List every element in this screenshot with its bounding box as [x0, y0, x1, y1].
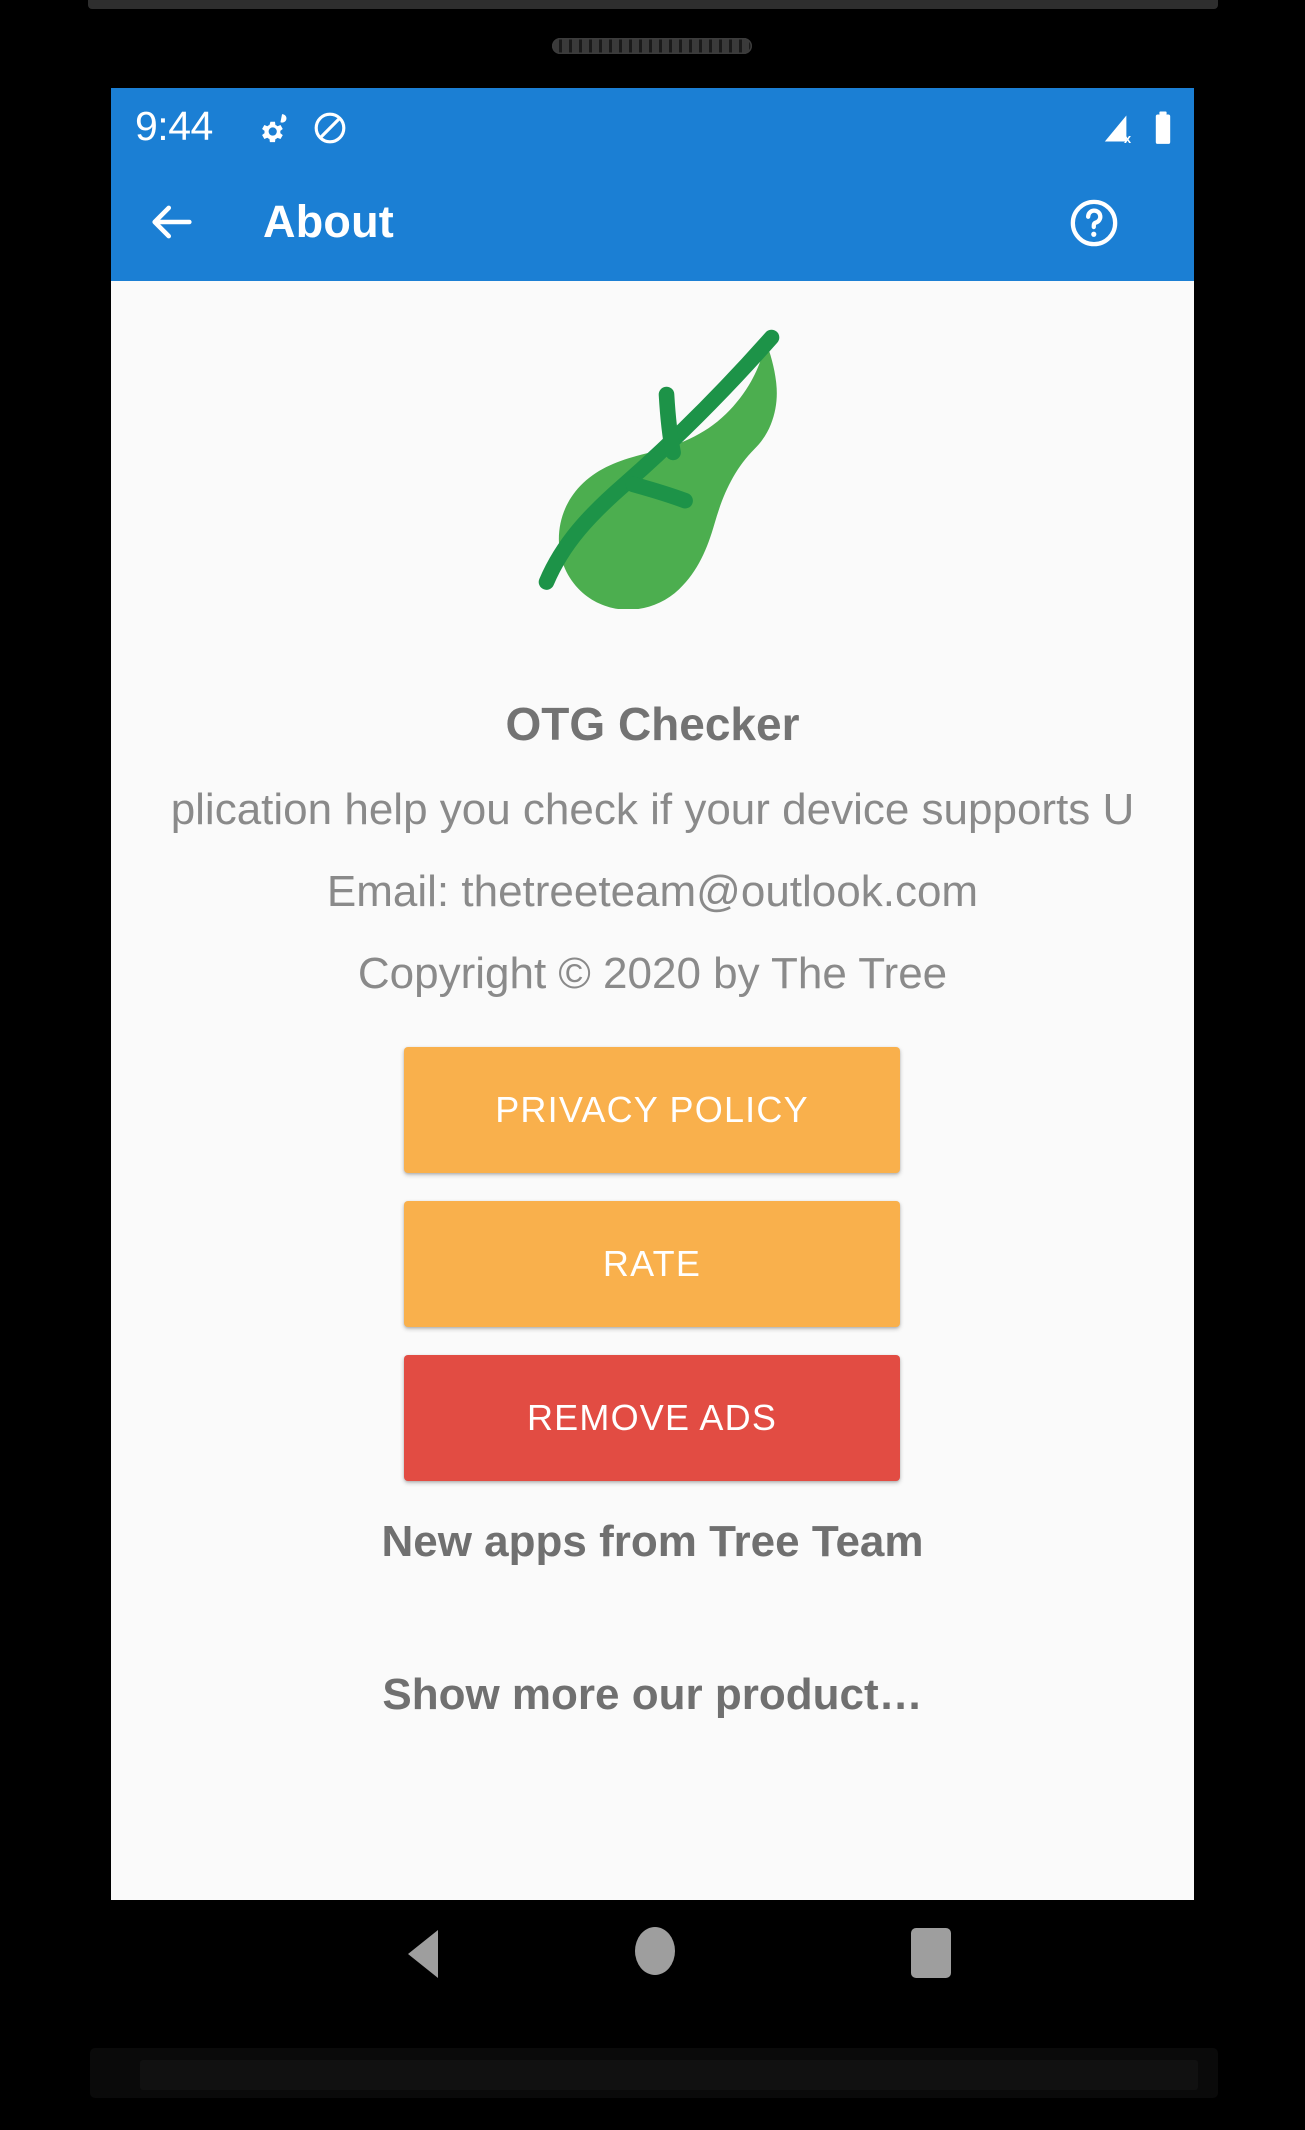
show-more-products-link[interactable]: Show more our product… — [111, 1666, 1194, 1724]
help-circle-icon — [1070, 199, 1118, 247]
svg-text:x: x — [1124, 131, 1131, 145]
back-button[interactable] — [145, 195, 199, 249]
status-bar-notification-icons — [256, 110, 348, 151]
contact-email: Email: thetreeteam@outlook.com — [326, 867, 979, 916]
about-content: OTG Checker plication help you check if … — [111, 281, 1194, 1900]
nav-back-triangle-icon[interactable] — [408, 1930, 438, 1978]
new-apps-heading: New apps from Tree Team — [381, 1517, 924, 1566]
rate-button[interactable]: RATE — [404, 1201, 900, 1327]
back-arrow-icon — [152, 205, 192, 239]
nav-home-circle-icon[interactable] — [635, 1927, 675, 1975]
status-bar-clock: 9:44 — [135, 103, 213, 149]
device-screen: 9:44 x About OTG Checker plication help … — [111, 88, 1194, 1900]
settings-gear-icon — [256, 111, 290, 150]
nav-recents-square-icon[interactable] — [911, 1928, 951, 1978]
earpiece-speaker-grille — [552, 38, 752, 54]
status-bar: 9:44 x — [111, 88, 1194, 163]
battery-full-icon — [1152, 110, 1174, 151]
device-bottom-bezel-inner — [140, 2060, 1198, 2090]
android-navigation-bar — [111, 1900, 1194, 2004]
device-frame: 9:44 x About OTG Checker plication help … — [0, 0, 1305, 2130]
signal-no-service-icon: x — [1102, 111, 1136, 150]
app-logo — [111, 309, 1194, 609]
status-bar-system-icons: x — [1102, 110, 1174, 151]
device-top-bezel — [88, 0, 1218, 9]
app-bar: About — [111, 163, 1194, 281]
leaf-logo-icon — [538, 329, 779, 609]
share-send-button[interactable] — [1189, 197, 1194, 253]
help-button[interactable] — [1066, 195, 1122, 251]
copyright-notice: Copyright © 2020 by The Tree — [357, 949, 948, 998]
remove-ads-button[interactable]: REMOVE ADS — [404, 1355, 900, 1481]
privacy-policy-button[interactable]: PRIVACY POLICY — [404, 1047, 900, 1173]
app-name: OTG Checker — [505, 698, 800, 750]
do-not-disturb-icon — [312, 110, 348, 151]
send-icon — [1189, 197, 1194, 253]
page-title: About — [263, 196, 394, 247]
app-description: plication help you check if your device … — [170, 785, 1135, 834]
